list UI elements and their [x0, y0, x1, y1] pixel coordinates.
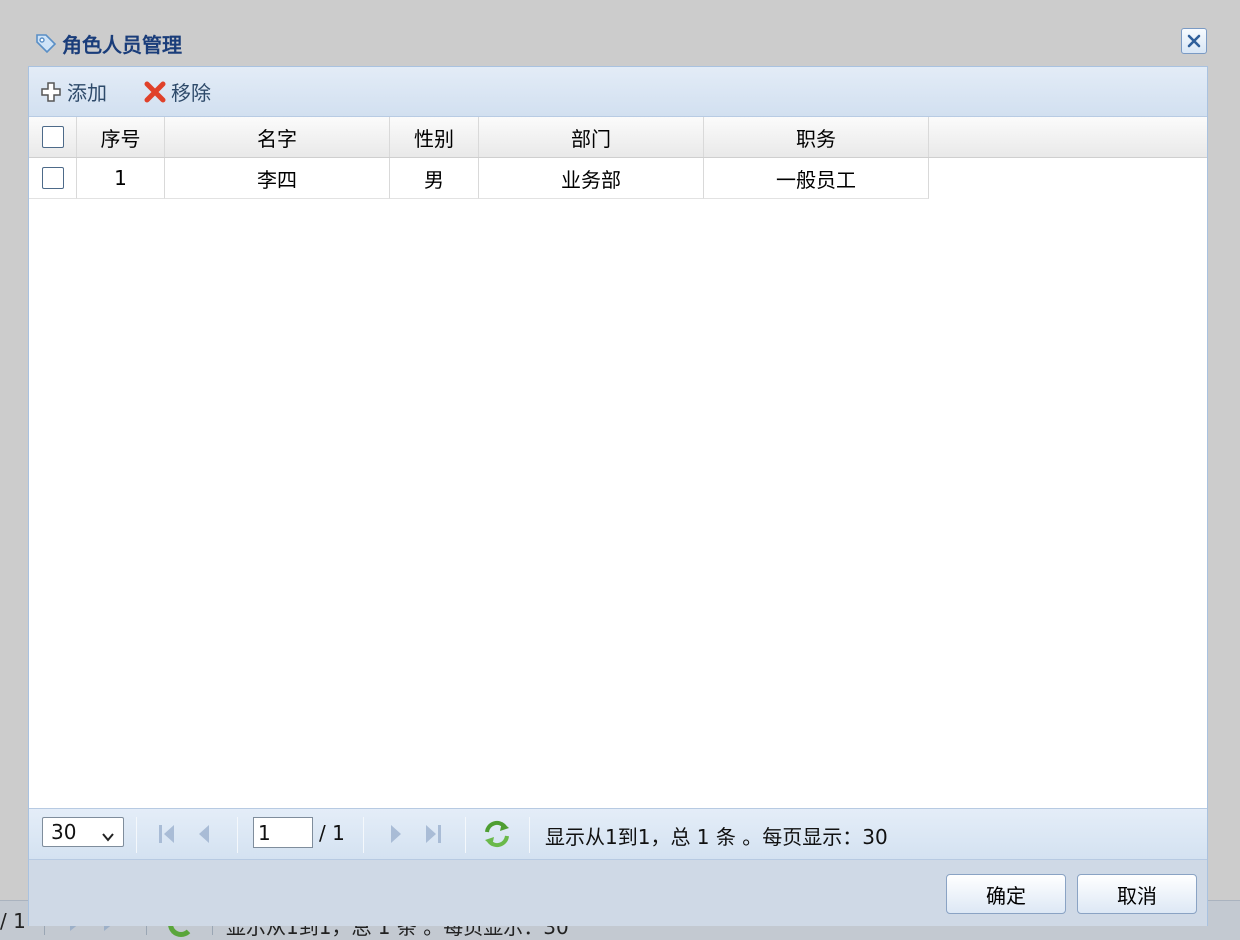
prev-page-button[interactable]	[193, 821, 217, 847]
add-button-label: 添加	[67, 81, 107, 105]
first-page-button[interactable]	[155, 821, 179, 847]
column-header-filler	[929, 117, 1207, 157]
add-button[interactable]: 添加	[39, 72, 107, 112]
header-checkbox-cell	[29, 117, 77, 157]
current-page-input[interactable]: 1	[253, 817, 313, 848]
cancel-button[interactable]: 取消	[1077, 874, 1197, 914]
page-size-value: 30	[51, 820, 77, 844]
table-row[interactable]: 1 李四 男 业务部 一般员工	[29, 158, 1207, 199]
dialog-title-text: 角色人员管理	[62, 32, 182, 57]
pager-divider	[237, 817, 238, 853]
column-header-dept[interactable]: 部门	[479, 117, 704, 157]
pager-divider	[363, 817, 364, 853]
page-total: / 1	[319, 821, 345, 845]
column-header-name[interactable]: 名字	[165, 117, 390, 157]
background-page-total: / 1	[0, 909, 26, 933]
cell-no: 1	[77, 158, 165, 199]
refresh-button[interactable]	[481, 818, 513, 850]
pager: 30 1 / 1 显示从1到1，总 1 条 。每页显示：30	[29, 808, 1207, 860]
confirm-button[interactable]: 确定	[946, 874, 1066, 914]
dialog-title: 角色人员管理	[34, 28, 182, 58]
remove-button-label: 移除	[171, 81, 211, 105]
row-checkbox[interactable]	[41, 167, 64, 189]
column-header-position[interactable]: 职务	[704, 117, 929, 157]
red-x-icon	[143, 80, 167, 104]
column-header-no[interactable]: 序号	[77, 117, 165, 157]
close-button[interactable]	[1181, 28, 1207, 54]
chevron-down-icon	[101, 825, 115, 842]
cell-dept: 业务部	[479, 158, 704, 199]
dialog-footer: 确定 取消	[29, 860, 1207, 926]
cell-sex: 男	[390, 158, 479, 199]
remove-button[interactable]: 移除	[143, 72, 211, 112]
refresh-icon	[481, 818, 513, 855]
row-checkbox-cell	[29, 158, 77, 199]
grid-header: 序号 名字 性别 部门 职务	[29, 117, 1207, 158]
pager-divider	[465, 817, 466, 853]
page-size-select[interactable]: 30	[42, 817, 124, 847]
last-page-button[interactable]	[421, 821, 445, 847]
pager-divider	[136, 817, 137, 853]
next-page-button[interactable]	[383, 821, 407, 847]
data-grid: 序号 名字 性别 部门 职务 1 李四 男 业务部 一般员工	[29, 117, 1207, 199]
close-icon	[1186, 33, 1202, 49]
plus-icon	[39, 80, 63, 104]
select-all-checkbox[interactable]	[41, 126, 64, 148]
pager-divider	[529, 817, 530, 853]
tag-icon	[34, 31, 58, 55]
pager-info: 显示从1到1，总 1 条 。每页显示：30	[545, 825, 888, 849]
toolbar: 添加 移除	[29, 67, 1207, 117]
dialog-panel: 添加 移除 序号 名字 性别 部门 职务 1 李四 男 业务部 一般员工 30 …	[28, 66, 1208, 926]
cell-name: 李四	[165, 158, 390, 199]
column-header-sex[interactable]: 性别	[390, 117, 479, 157]
cell-position: 一般员工	[704, 158, 929, 199]
